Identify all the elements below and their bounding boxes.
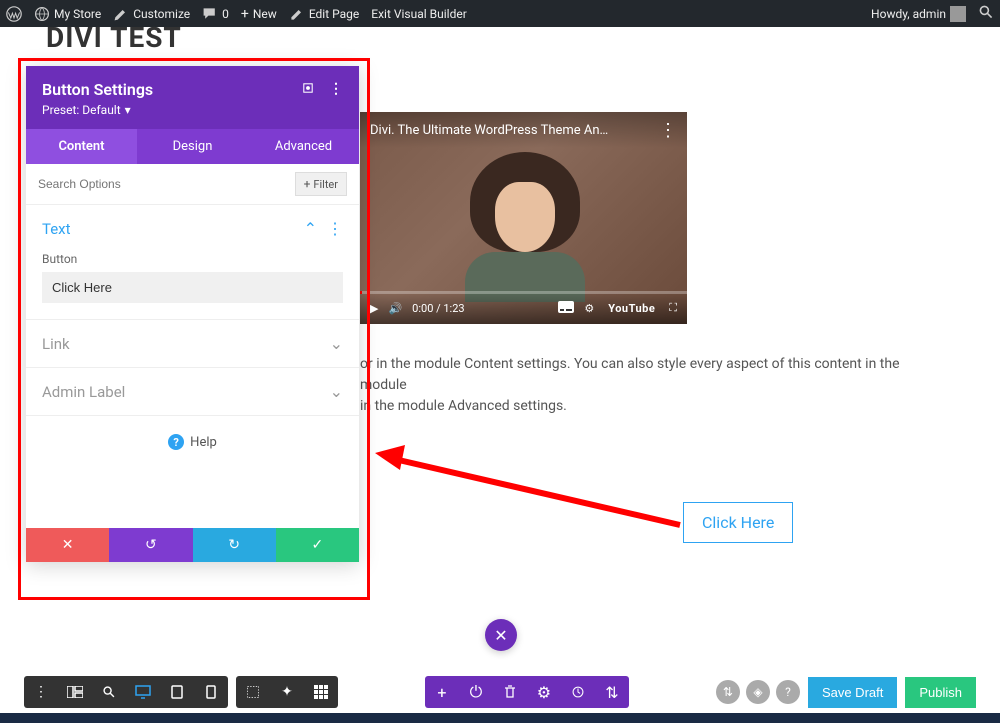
preset-selector[interactable]: Preset: Default ▾ [42,103,343,117]
search-icon[interactable] [978,4,994,23]
search-options-input[interactable] [38,177,295,191]
center-actions: + ⏻ ⚙ ⇅ [425,676,629,708]
mode-group: ✦ [236,676,338,708]
help-icon: ? [168,434,184,450]
gear-icon[interactable]: ⚙ [527,676,561,708]
section-link: Link ⌄ [26,320,359,368]
footer-strip [0,713,1000,723]
sort-icon[interactable]: ⇅ [595,676,629,708]
youtube-video[interactable]: Divi. The Ultimate WordPress Theme An… ⋮… [360,112,687,324]
panel-title: Button Settings [42,80,153,99]
settings-tabs: Content Design Advanced [26,129,359,164]
video-title: Divi. The Ultimate WordPress Theme An… [370,123,608,138]
edit-page-link[interactable]: Edit Page [289,6,359,22]
settings-icon[interactable]: ⚙ [584,302,594,315]
tablet-icon[interactable] [160,676,194,708]
captions-icon[interactable] [558,301,574,316]
chevron-down-icon: ⌄ [330,382,343,401]
panel-footer-actions: ✕ ↺ ↻ ✓ [26,528,359,562]
help-round-icon[interactable]: ? [776,680,800,704]
search-row: + Filter [26,164,359,205]
add-icon[interactable]: + [425,676,459,708]
tab-content[interactable]: Content [26,129,137,164]
undo-button[interactable]: ↺ [109,528,192,562]
play-icon[interactable]: ▶ [370,302,378,315]
section-admin-label-header[interactable]: Admin Label ⌄ [26,368,359,415]
volume-icon[interactable]: 🔊 [388,302,402,315]
help-link[interactable]: ? Help [26,416,359,468]
click-mode-icon[interactable] [236,676,270,708]
site-link[interactable]: My Store [34,6,101,22]
zoom-icon[interactable] [92,676,126,708]
section-more-icon[interactable]: ⋮ [327,219,343,238]
filter-button[interactable]: + Filter [295,172,347,196]
trash-icon[interactable] [493,676,527,708]
section-text-header[interactable]: Text ⌃ ⋮ [26,205,359,252]
exit-vb-link[interactable]: Exit Visual Builder [371,7,467,21]
publish-button[interactable]: Publish [905,677,976,708]
panel-header[interactable]: Button Settings ⋮ Preset: Default ▾ [26,66,359,129]
history-icon[interactable] [561,676,595,708]
comments-link[interactable]: 0 [202,6,229,22]
save-draft-button[interactable]: Save Draft [808,677,897,708]
confirm-button[interactable]: ✓ [276,528,359,562]
new-link[interactable]: + New [241,6,277,22]
expand-icon[interactable] [301,81,315,99]
video-preview-image [410,142,610,302]
builder-toolbar: ⋮ ✦ + ⏻ ⚙ [0,671,1000,713]
grid-mode-icon[interactable] [304,676,338,708]
discard-button[interactable]: ✕ [26,528,109,562]
power-icon[interactable]: ⏻ [459,676,493,708]
menu-icon[interactable]: ⋮ [24,676,58,708]
body-text: or in the module Content settings. You c… [360,354,920,417]
help-group: ⇅ ◈ ? [716,680,800,704]
button-field-label: Button [42,252,343,266]
close-builder-fab[interactable]: ✕ [485,619,517,651]
youtube-badge[interactable]: YouTube [604,300,659,317]
wireframe-icon[interactable] [58,676,92,708]
button-settings-panel: Button Settings ⋮ Preset: Default ▾ Cont… [26,66,359,562]
section-admin-label: Admin Label ⌄ [26,368,359,416]
portability-icon[interactable]: ⇅ [716,680,740,704]
chevron-down-icon: ⌄ [330,334,343,353]
video-more-icon[interactable]: ⋮ [659,120,677,141]
collapse-icon[interactable]: ⌃ [304,219,317,238]
fullscreen-icon[interactable]: ⛶ [669,301,677,315]
section-link-header[interactable]: Link ⌄ [26,320,359,367]
section-text: Text ⌃ ⋮ Button [26,205,359,320]
button-text-input[interactable] [42,272,343,303]
howdy-link[interactable]: Howdy, admin [871,6,966,22]
tab-advanced[interactable]: Advanced [248,129,359,164]
wp-logo[interactable] [6,6,22,22]
hover-mode-icon[interactable]: ✦ [270,676,304,708]
video-time: 0:00 / 1:23 [412,302,464,315]
phone-icon[interactable] [194,676,228,708]
site-name: My Store [54,7,101,21]
redo-button[interactable]: ↻ [193,528,276,562]
desktop-icon[interactable] [126,676,160,708]
page-title: DIVI TEST [0,21,1000,54]
customize-link[interactable]: Customize [113,6,190,22]
annotation-arrow [370,440,690,540]
layers-icon[interactable]: ◈ [746,680,770,704]
video-controls: ▶ 🔊 0:00 / 1:23 ⚙ YouTube ⛶ [360,292,687,324]
avatar [950,6,966,22]
click-here-button[interactable]: Click Here [683,502,793,543]
tab-design[interactable]: Design [137,129,248,164]
more-icon[interactable]: ⋮ [329,81,343,99]
chevron-down-icon: ▾ [125,103,131,117]
view-group: ⋮ [24,676,228,708]
